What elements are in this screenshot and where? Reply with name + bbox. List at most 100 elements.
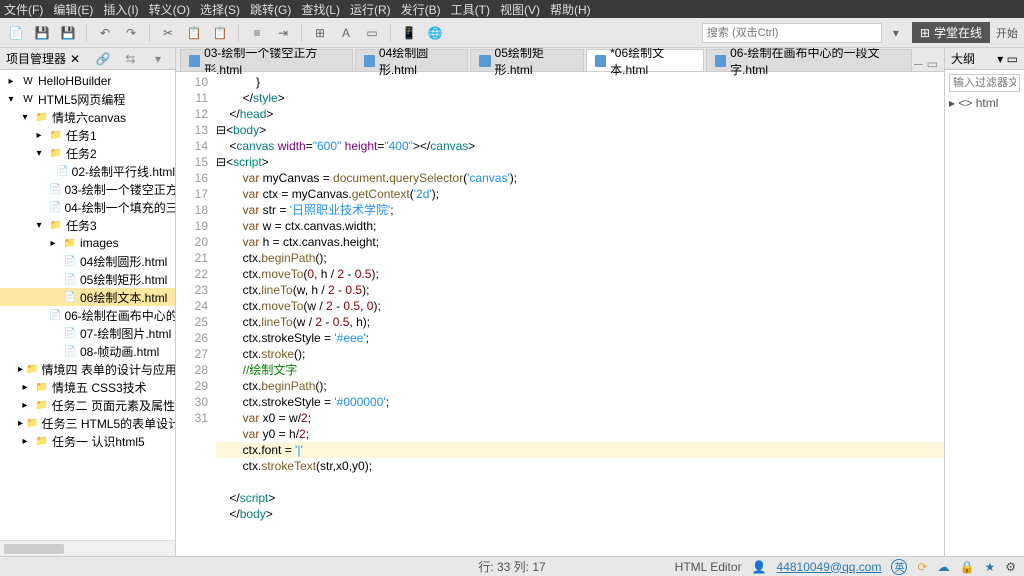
cloud-icon[interactable]: ☁	[938, 560, 950, 574]
editor-tab[interactable]: 06-绘制在画布中心的一段文字.html	[706, 49, 912, 71]
menu-item[interactable]: 帮助(H)	[550, 1, 591, 18]
tree-item[interactable]: ▾📁情境六canvas	[0, 108, 175, 126]
editor-tab[interactable]: 04绘制圆形.html	[355, 49, 469, 71]
file-icon: 📁	[35, 398, 49, 412]
tree-item[interactable]: ▸📁任务三 HTML5的表单设计	[0, 414, 175, 432]
expand-icon[interactable]: ▸	[18, 434, 32, 448]
menu-item[interactable]: 编辑(E)	[53, 1, 93, 18]
tree-item[interactable]: ▾WHTML5网页编程	[0, 90, 175, 108]
star-icon[interactable]: ★	[984, 560, 995, 574]
paste-icon[interactable]: 📋	[210, 23, 230, 43]
expand-icon[interactable]: ▸	[18, 362, 23, 376]
tree-item[interactable]: ▾📁任务3	[0, 216, 175, 234]
tree-item[interactable]: 📄07-绘制图片.html	[0, 324, 175, 342]
tree-item[interactable]: ▸📁images	[0, 234, 175, 252]
phone-icon[interactable]: 📱	[399, 23, 419, 43]
expand-icon[interactable]	[46, 164, 53, 178]
menu-item[interactable]: 转义(O)	[149, 1, 190, 18]
tree-item[interactable]: 📄08-帧动画.html	[0, 342, 175, 360]
menu-item[interactable]: 查找(L)	[301, 1, 340, 18]
file-icon: 📁	[49, 218, 63, 232]
sync-icon[interactable]: ⟳	[917, 560, 927, 574]
grid-icon: ⊞	[920, 26, 930, 40]
search-dropdown-icon[interactable]: ▾	[886, 23, 906, 43]
format-icon[interactable]: ▭	[362, 23, 382, 43]
link-icon[interactable]: 🔗	[96, 52, 110, 66]
code-editor[interactable]: 1011121314151617181920212223242526272829…	[176, 72, 944, 556]
expand-icon[interactable]: ▾	[32, 146, 46, 160]
tree-item[interactable]: ▸📁任务1	[0, 126, 175, 144]
align-icon[interactable]: ≡	[247, 23, 267, 43]
menu-item[interactable]: 视图(V)	[500, 1, 540, 18]
editor-tab[interactable]: *06绘制文本.html	[586, 49, 704, 71]
menu-item[interactable]: 选择(S)	[200, 1, 240, 18]
tree-item[interactable]: ▸📁情境五 CSS3技术	[0, 378, 175, 396]
a-icon[interactable]: A	[336, 23, 356, 43]
menu-item[interactable]: 跳转(G)	[250, 1, 291, 18]
new-icon[interactable]: 📄	[6, 23, 26, 43]
menu-item[interactable]: 运行(R)	[350, 1, 391, 18]
expand-icon[interactable]	[46, 344, 60, 358]
menu-icon[interactable]: ▾	[155, 52, 169, 66]
cut-icon[interactable]: ✂	[158, 23, 178, 43]
expand-icon[interactable]	[46, 290, 60, 304]
toolbar: 📄 💾 💾 ↶ ↷ ✂ 📋 📋 ≡ ⇥ ⊞ A ▭ 📱 🌐 ▾ ⊞ 学堂在线 开…	[0, 18, 1024, 48]
lock-icon[interactable]: 🔒	[960, 560, 975, 574]
horizontal-scrollbar[interactable]	[0, 540, 175, 556]
expand-icon[interactable]: ▸	[4, 74, 18, 88]
editor-tab[interactable]: 05绘制矩形.html	[470, 49, 584, 71]
open-button[interactable]: 开始	[996, 25, 1018, 41]
tree-item[interactable]: 📄04绘制圆形.html	[0, 252, 175, 270]
undo-icon[interactable]: ↶	[95, 23, 115, 43]
redo-icon[interactable]: ↷	[121, 23, 141, 43]
tree-item[interactable]: 📄05绘制矩形.html	[0, 270, 175, 288]
menu-item[interactable]: 工具(T)	[451, 1, 490, 18]
expand-icon[interactable]: ▸	[18, 416, 23, 430]
tree-item[interactable]: 📄06绘制文本.html	[0, 288, 175, 306]
editor-tab[interactable]: 03-绘制一个镂空正方形.html	[180, 49, 353, 71]
file-tree[interactable]: ▸WHelloHBuilder▾WHTML5网页编程▾📁情境六canvas▸📁任…	[0, 70, 175, 540]
indent-icon[interactable]: ⇥	[273, 23, 293, 43]
menu-item[interactable]: 文件(F)	[4, 1, 43, 18]
save-all-icon[interactable]: 💾	[58, 23, 78, 43]
user-link[interactable]: 44810049@qq.com	[777, 560, 882, 574]
search-input[interactable]	[702, 23, 882, 43]
status-bar: 行: 33 列: 17 HTML Editor 👤 44810049@qq.co…	[0, 556, 1024, 576]
tree-item[interactable]: 📄06-绘制在画布中心的一段	[0, 306, 175, 324]
expand-icon[interactable]	[46, 272, 60, 286]
maximize-icon[interactable]: ▭	[927, 57, 938, 71]
tree-item[interactable]: ▾📁任务2	[0, 144, 175, 162]
settings-icon[interactable]: ⚙	[1005, 560, 1016, 574]
tree-item[interactable]: ▸📁任务一 认识html5	[0, 432, 175, 450]
outline-menu-icon[interactable]: ▾ ▭	[997, 52, 1018, 66]
browser-icon[interactable]: 🌐	[425, 23, 445, 43]
expand-icon[interactable]: ▾	[4, 92, 18, 106]
expand-icon[interactable]: ▸	[32, 128, 46, 142]
expand-icon[interactable]: ▸	[18, 380, 32, 394]
tree-item[interactable]: ▸📁情境四 表单的设计与应用	[0, 360, 175, 378]
tree-item[interactable]: 📄03-绘制一个镂空正方形.h	[0, 180, 175, 198]
expand-icon[interactable]	[46, 326, 60, 340]
expand-icon[interactable]: ▸	[46, 236, 60, 250]
file-icon: 📁	[35, 434, 49, 448]
expand-icon[interactable]: ▾	[32, 218, 46, 232]
menu-item[interactable]: 发行(B)	[401, 1, 441, 18]
outline-root[interactable]: ▸ <> html	[949, 96, 1020, 110]
tree-item[interactable]: ▸📁任务二 页面元素及属性	[0, 396, 175, 414]
tree-item[interactable]: ▸WHelloHBuilder	[0, 72, 175, 90]
menu-item[interactable]: 插入(I)	[103, 1, 138, 18]
minimize-icon[interactable]: ─	[914, 57, 923, 71]
file-icon: W	[21, 74, 35, 88]
code-lines[interactable]: } </style> </head>⊟<body> <canvas width=…	[216, 72, 944, 556]
tree-item[interactable]: 📄04-绘制一个填充的三角形	[0, 198, 175, 216]
save-icon[interactable]: 💾	[32, 23, 52, 43]
tree-item[interactable]: 📄02-绘制平行线.html	[0, 162, 175, 180]
collapse-icon[interactable]: ⇆	[125, 52, 139, 66]
ime-indicator[interactable]: 英	[891, 559, 907, 575]
tag-icon[interactable]: ⊞	[310, 23, 330, 43]
expand-icon[interactable]: ▾	[18, 110, 32, 124]
expand-icon[interactable]	[46, 254, 60, 268]
outline-filter-input[interactable]	[949, 74, 1020, 92]
expand-icon[interactable]: ▸	[18, 398, 32, 412]
copy-icon[interactable]: 📋	[184, 23, 204, 43]
